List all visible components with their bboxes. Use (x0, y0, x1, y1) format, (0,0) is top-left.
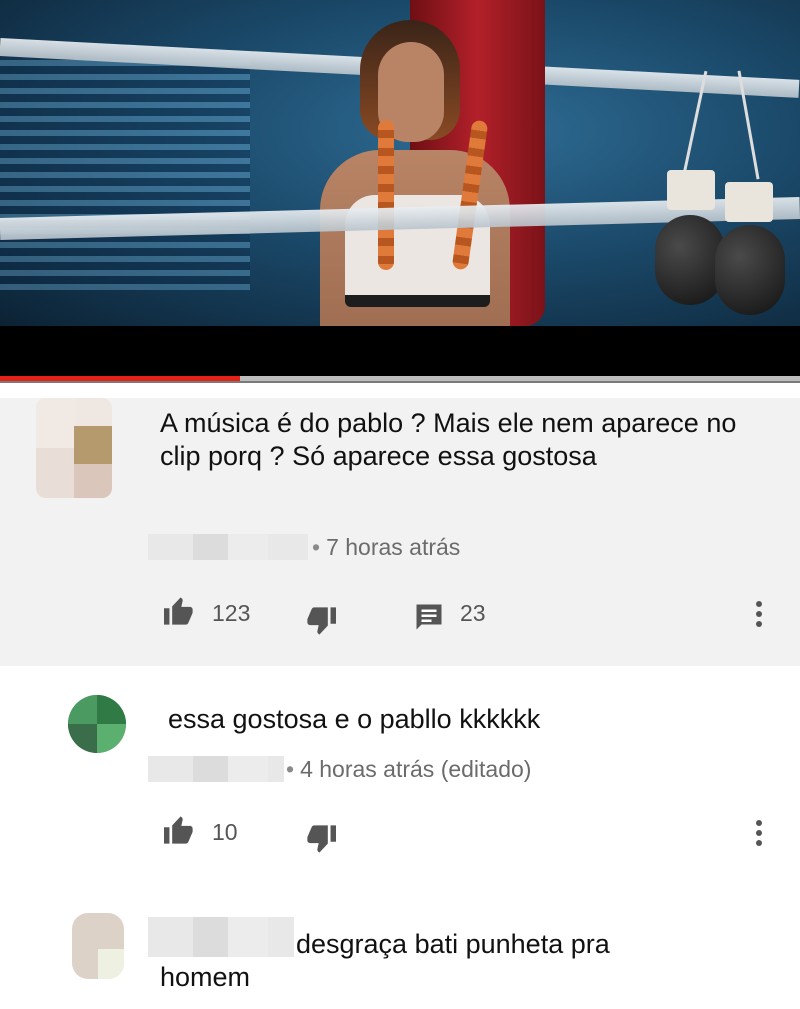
thumbs-up-icon (164, 816, 193, 844)
like-count: 10 (212, 819, 238, 845)
reply-count: 23 (460, 600, 486, 626)
comment-time: 4 horas atrás (editado) (300, 756, 532, 782)
thumbs-down-icon (307, 607, 336, 635)
reply-button[interactable] (414, 602, 444, 637)
comment-meta: • 4 horas atrás (editado) (286, 756, 532, 782)
divider (0, 381, 800, 383)
video-player[interactable] (0, 0, 800, 326)
comment-text: essa gostosa e o pabllo kkkkkk (168, 704, 541, 734)
reply-comment-icon (416, 604, 442, 630)
comment-text: A música é do pablo ? Mais ele nem apare… (160, 408, 737, 471)
dislike-button[interactable] (304, 824, 338, 859)
hanging-boxing-gloves (655, 70, 795, 320)
comment-text-continued: homem (160, 962, 251, 992)
avatar[interactable] (72, 913, 124, 979)
like-button[interactable] (162, 815, 196, 850)
more-vert-icon[interactable] (756, 820, 762, 850)
avatar[interactable] (36, 398, 112, 498)
comment-text: desgraça bati punheta pra (296, 929, 610, 959)
like-count: 123 (212, 600, 251, 626)
blurred-username[interactable] (148, 534, 308, 560)
background-window-blinds (0, 60, 250, 290)
blurred-username[interactable] (148, 917, 294, 957)
comment-time: 7 horas atrás (326, 534, 461, 560)
blurred-username[interactable] (148, 756, 284, 782)
video-performer (300, 20, 530, 326)
video-letterbox (0, 326, 800, 376)
comment-meta: • 7 horas atrás (312, 534, 461, 560)
thumbs-down-icon (307, 825, 336, 853)
thumbs-up-icon (164, 597, 193, 625)
more-vert-icon[interactable] (756, 601, 762, 631)
dislike-button[interactable] (304, 606, 338, 641)
like-button[interactable] (162, 596, 196, 631)
avatar[interactable] (68, 695, 126, 753)
